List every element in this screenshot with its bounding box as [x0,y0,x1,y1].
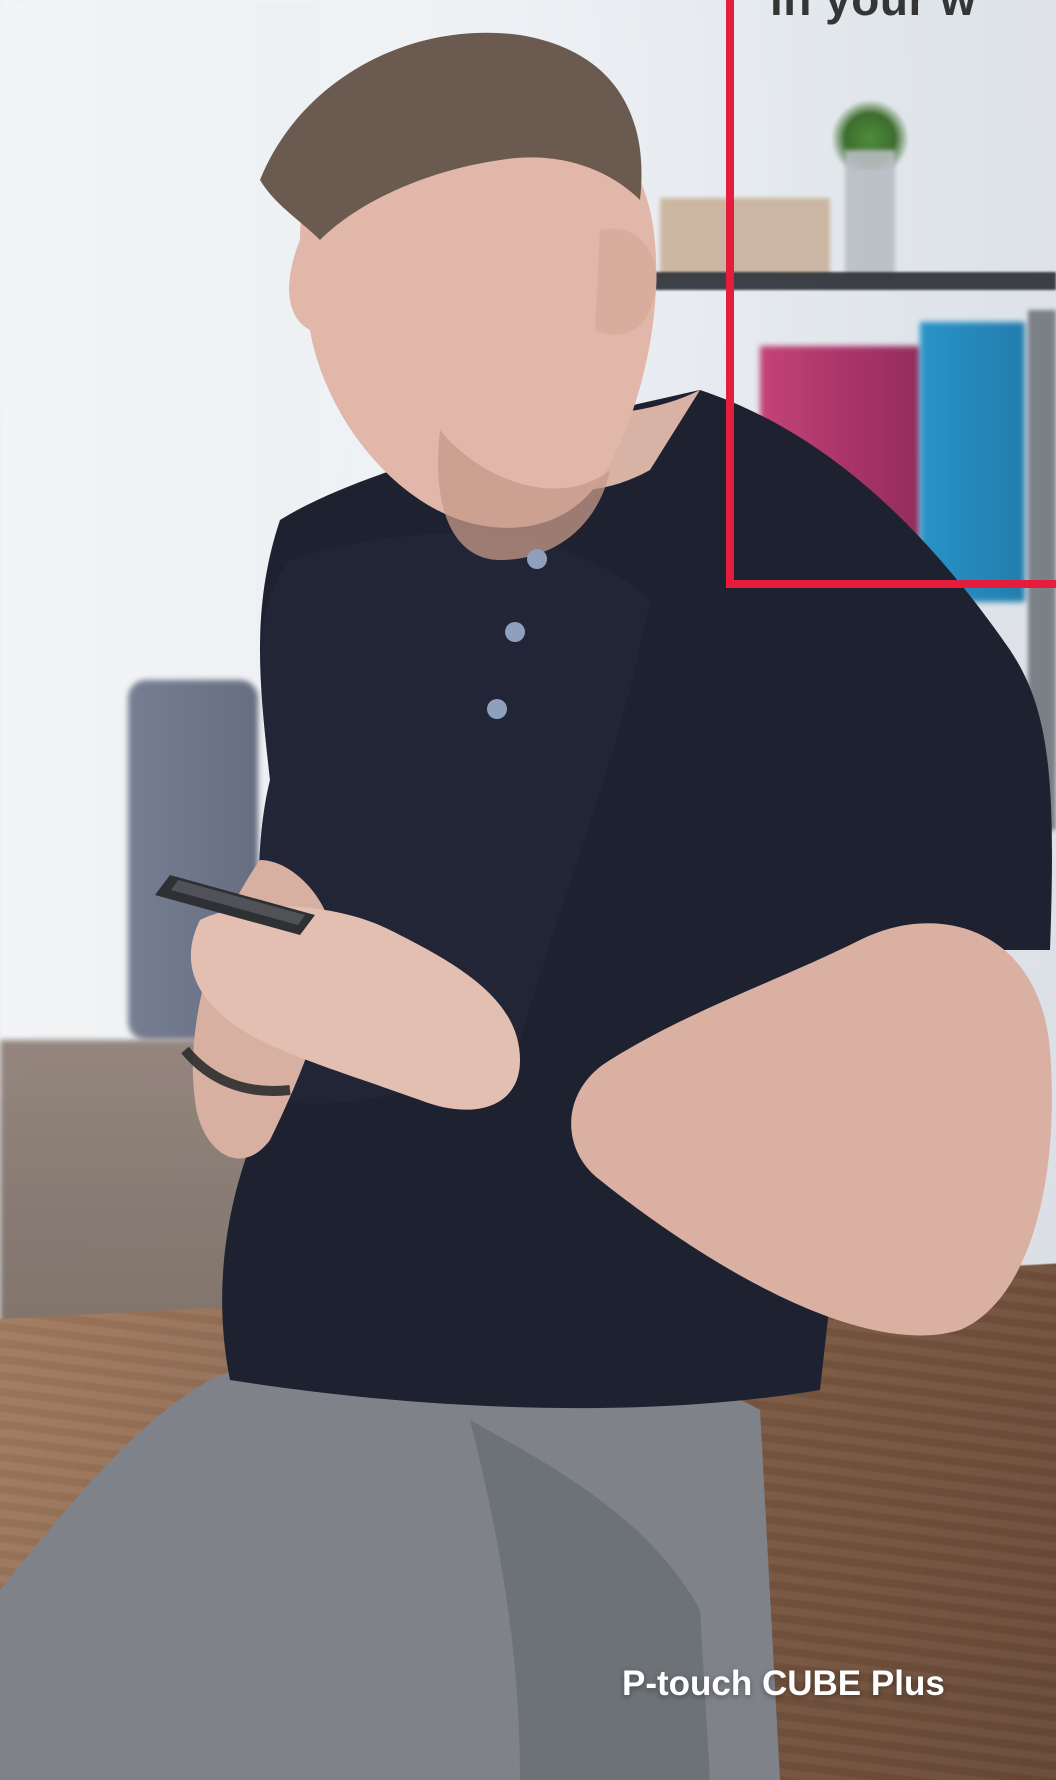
shirt-button-3 [487,699,507,719]
hero-photo: in your w P-touch CUBE Plus [0,0,1056,1780]
shirt-button-2 [505,622,525,642]
shirt-button-1 [527,549,547,569]
top-caption: in your w [770,0,976,26]
product-name: P-touch CUBE Plus [622,1664,945,1703]
person-illustration [0,32,1052,1780]
